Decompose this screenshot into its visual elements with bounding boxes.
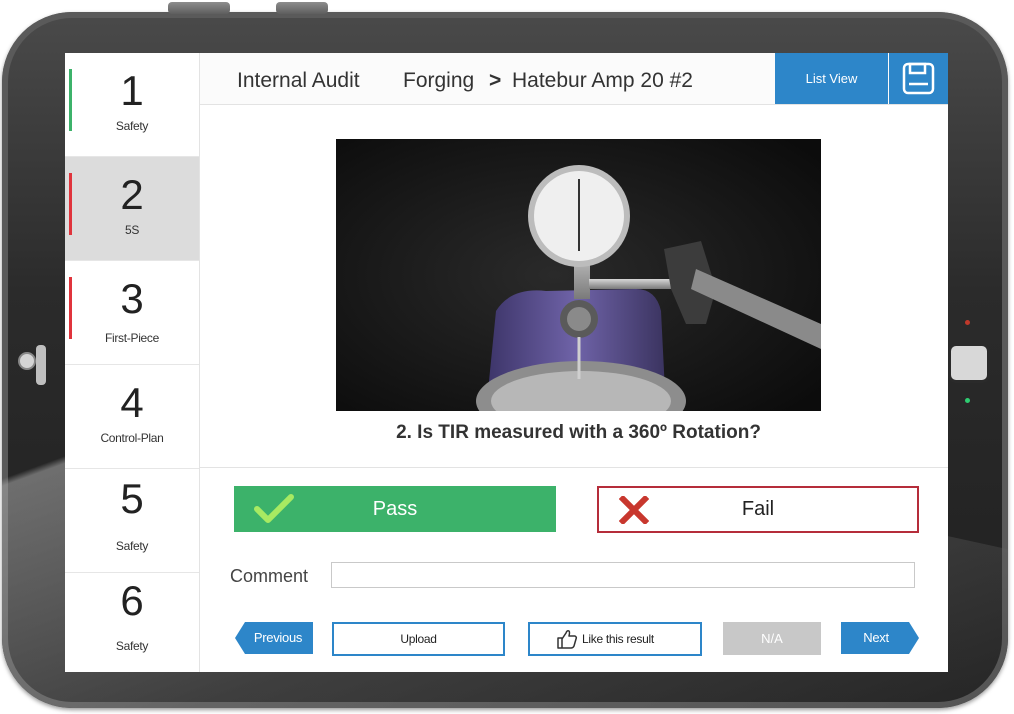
question-image (336, 139, 821, 411)
fail-label: Fail (741, 498, 775, 520)
list-view-button[interactable]: List View (775, 53, 888, 104)
step-label: 5S (124, 223, 140, 237)
na-button[interactable]: N/A (723, 622, 821, 655)
page-header: Internal Audit Forging > Hatebur Amp 20 … (200, 53, 948, 105)
status-led-green (965, 398, 970, 403)
app-screen: 1 Safety 2 5S 3 First-Piece 4 Control-Pl… (65, 53, 948, 672)
step-label: First-Piece (104, 331, 160, 345)
comment-label: Comment (230, 566, 309, 586)
save-button[interactable] (889, 53, 948, 104)
pass-button[interactable]: Pass (234, 486, 556, 532)
home-button[interactable] (948, 343, 990, 383)
dial-indicator-photo (336, 139, 821, 411)
step-label: Control-Plan (100, 431, 164, 445)
volume-button (168, 2, 230, 14)
divider (200, 467, 948, 468)
steps-sidebar: 1 Safety 2 5S 3 First-Piece 4 Control-Pl… (65, 53, 200, 672)
step-6[interactable]: 6 Safety (65, 573, 199, 672)
fail-button[interactable]: Fail (597, 486, 919, 533)
question-text: 2. Is TIR measured with a 360º Rotation? (396, 422, 761, 443)
previous-button[interactable]: Previous (235, 622, 313, 654)
tablet-slot (36, 345, 46, 385)
breadcrumb-section[interactable]: Forging (403, 69, 474, 93)
step-4[interactable]: 4 Control-Plan (65, 365, 199, 469)
step-1[interactable]: 1 Safety (65, 53, 199, 157)
like-result-button[interactable]: Like this result (528, 622, 702, 656)
step-3[interactable]: 3 First-Piece (65, 261, 199, 365)
step-2[interactable]: 2 5S (65, 157, 199, 261)
breadcrumb-separator: > (489, 69, 502, 92)
step-number: 6 (120, 577, 144, 624)
power-button (276, 2, 328, 14)
step-number: 5 (120, 475, 144, 522)
floppy-disk-icon (902, 62, 935, 95)
step-label: Safety (115, 639, 149, 653)
step-number: 1 (120, 67, 144, 114)
step-label: Safety (115, 539, 149, 553)
step-number: 3 (120, 275, 144, 322)
comment-field[interactable] (331, 562, 915, 588)
next-label: Next (863, 630, 889, 645)
thumbs-up-icon (557, 630, 578, 649)
like-label: Like this result (582, 632, 654, 646)
upload-button[interactable]: Upload (332, 622, 505, 656)
pass-label: Pass (372, 498, 418, 520)
step-5[interactable]: 5 Safety (65, 469, 199, 573)
previous-label: Previous (253, 630, 303, 645)
next-button[interactable]: Next (841, 622, 919, 654)
status-led-red (965, 320, 970, 325)
step-number: 2 (120, 171, 144, 218)
page-title: Internal Audit (237, 69, 360, 92)
breadcrumb-item: Hatebur Amp 20 #2 (512, 69, 693, 92)
tablet-camera (18, 352, 36, 370)
step-number: 4 (120, 379, 144, 426)
step-label: Safety (115, 119, 149, 133)
